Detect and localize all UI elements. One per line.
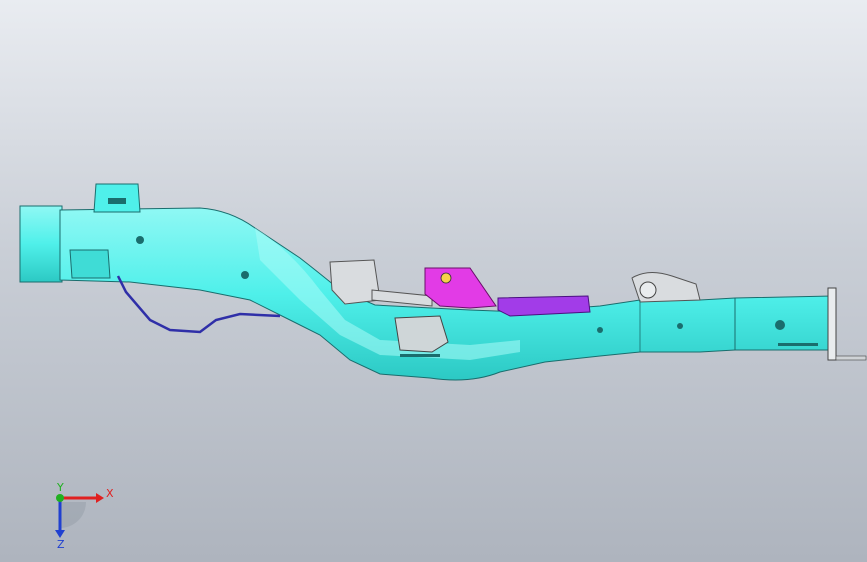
frame-slot [778, 343, 818, 346]
engine-mount-bolt [440, 272, 452, 284]
graphics-viewport[interactable]: X Y Z [0, 0, 867, 562]
frame-hole [677, 323, 683, 329]
rear-end-cap [19, 205, 63, 283]
triad-y-axis-dot [56, 494, 64, 502]
front-end-plate [827, 287, 837, 361]
frame-slot [400, 354, 440, 357]
orientation-triad: X Y Z [55, 481, 114, 548]
rear-top-bracket-slot [108, 198, 126, 204]
triad-x-arrow-icon [96, 493, 104, 503]
triad-shadow [60, 502, 86, 528]
frame-hole [241, 271, 249, 279]
frame-hole [597, 327, 603, 333]
chassis-frame-model[interactable] [0, 0, 867, 562]
cross-brace-grey [371, 289, 433, 307]
triad-z-arrow-icon [55, 530, 65, 538]
triad-x-label: X [106, 487, 114, 500]
triad-y-label: Y [56, 481, 64, 494]
front-body-mount-bushing [639, 281, 657, 299]
triad-z-label: Z [57, 538, 65, 548]
frame-pocket [394, 315, 449, 353]
engine-mount-magenta [424, 267, 497, 309]
transmission-mount-purple [497, 295, 591, 317]
front-end-stud [835, 355, 867, 361]
frame-hole [775, 320, 785, 330]
frame-hole [136, 236, 144, 244]
rear-side-bracket [69, 249, 111, 279]
